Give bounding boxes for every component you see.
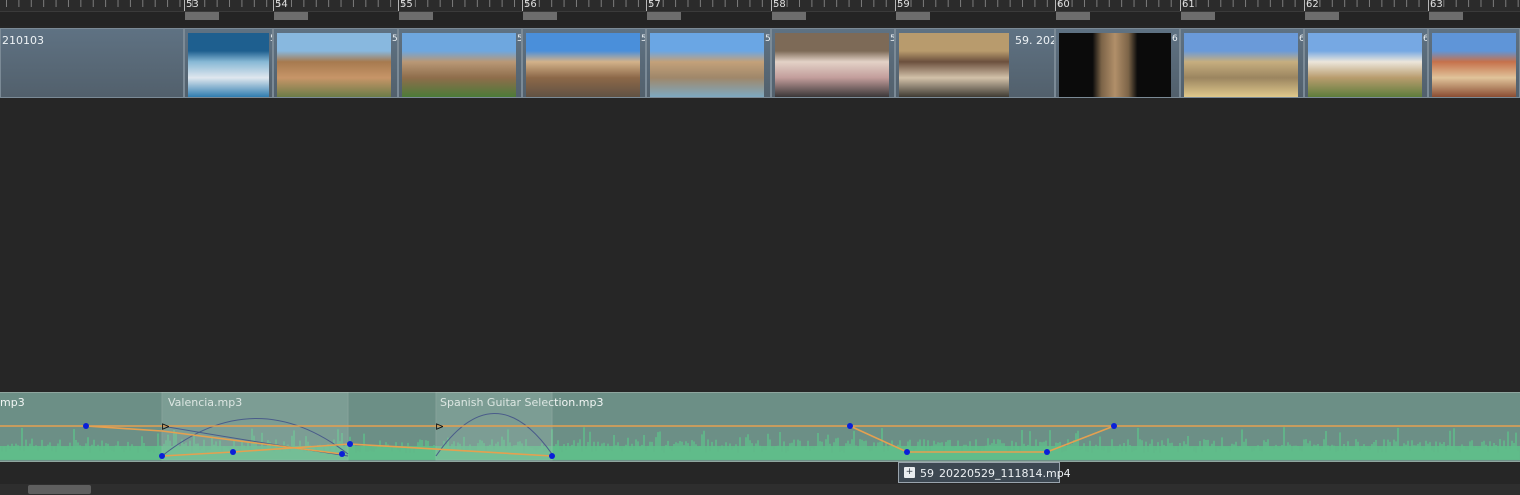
clip-marker[interactable] [1305,12,1339,20]
horizontal-scrollbar[interactable] [0,484,1520,495]
video-clip-fountain-plaza[interactable]: 5 [646,28,771,98]
ruler-label-63: 63 [1430,0,1443,10]
video-clip-silk-exchange[interactable]: 6 [1180,28,1304,98]
envelope-node[interactable] [230,449,236,455]
ruler-label-58: 58 [773,0,786,10]
clip-marker[interactable] [1429,12,1463,20]
envelope-node[interactable] [847,423,853,429]
ruler-label-61: 61 [1182,0,1195,10]
scrollbar-thumb[interactable] [28,485,91,494]
video-track[interactable]: 210103 55555559. 2022666 [0,28,1520,100]
envelope-node[interactable] [339,451,345,457]
clip-marker[interactable] [772,12,806,20]
envelope-node[interactable] [159,453,165,459]
clip-marker[interactable] [274,12,308,20]
ruler-label-59: 59 [897,0,910,10]
ruler-label-55: 55 [400,0,413,10]
clip-tag-number: 59 [920,467,934,480]
clip-thumbnail-central-market [1308,33,1422,97]
envelope-node[interactable] [83,423,89,429]
video-clip-serranos-towers[interactable]: 5 [398,28,522,98]
clip-tag-filename: 20220529_111814.mp4 [939,467,1071,480]
ruler-label-56: 56 [524,0,537,10]
ruler-label-62: 62 [1306,0,1319,10]
clip-thumbnail-serranos-towers [402,33,516,97]
video-clip-edge-mark: 6 [1172,34,1178,44]
video-clip-street-market[interactable]: 59. 2022 [895,28,1055,98]
clip-marker[interactable] [1181,12,1215,20]
clip-thumbnail-cathedral-square [526,33,640,97]
ruler-label-53: 53 [186,0,199,10]
plus-icon: + [904,467,915,478]
ruler-label-54: 54 [275,0,288,10]
video-clip-bullring[interactable]: 5 [273,28,398,98]
clip-marker[interactable] [185,12,219,20]
video-clip-central-market[interactable]: 6 [1304,28,1428,98]
video-clip-edge-mark: 5 [765,34,771,44]
clip-thumbnail-silk-exchange [1184,33,1298,97]
clip-thumbnail-brick-building [1432,33,1516,97]
video-clip-screen-capture[interactable]: 5 [184,28,273,98]
video-clip-label: 210103 [2,34,44,47]
clip-thumbnail-screen-capture [188,33,269,97]
clip-thumbnail-cathedral-door [1059,33,1171,97]
video-clip-brick-building[interactable] [1428,28,1520,98]
envelope-node[interactable] [549,453,555,459]
cursor-marker-icon: ⊳ [435,420,444,433]
envelope-node[interactable] [1044,449,1050,455]
video-clip-cathedral-door[interactable]: 6 [1055,28,1180,98]
cursor-marker-icon: ⊳ [161,420,170,433]
clip-thumbnail-falleras [775,33,889,97]
envelope-node[interactable] [904,449,910,455]
clip-tooltip-tag[interactable]: + 59 20220529_111814.mp4 [898,462,1071,483]
clip-marker[interactable] [523,12,557,20]
video-clip-cathedral-square[interactable]: 5 [522,28,646,98]
clip-thumbnail-fountain-plaza [650,33,764,97]
clip-thumbnail-bullring [277,33,391,97]
video-clip-title: 59. 2022 [1015,34,1054,47]
video-clip-edge-mark: 5 [392,34,398,44]
envelope-node[interactable] [1111,423,1117,429]
clip-thumbnail-street-market [899,33,1009,97]
video-clip-falleras[interactable]: 5 [771,28,895,98]
marker-strip [0,12,1520,26]
ruler-label-57: 57 [648,0,661,10]
envelope-node[interactable] [347,441,353,447]
ruler-label-60: 60 [1057,0,1070,10]
clip-marker[interactable] [647,12,681,20]
clip-marker[interactable] [399,12,433,20]
clip-marker[interactable] [1056,12,1090,20]
clip-marker[interactable] [896,12,930,20]
audio-waveform-envelope[interactable]: ⊳ ⊳ [0,392,1520,462]
video-clip-leading[interactable]: 210103 [0,28,184,98]
